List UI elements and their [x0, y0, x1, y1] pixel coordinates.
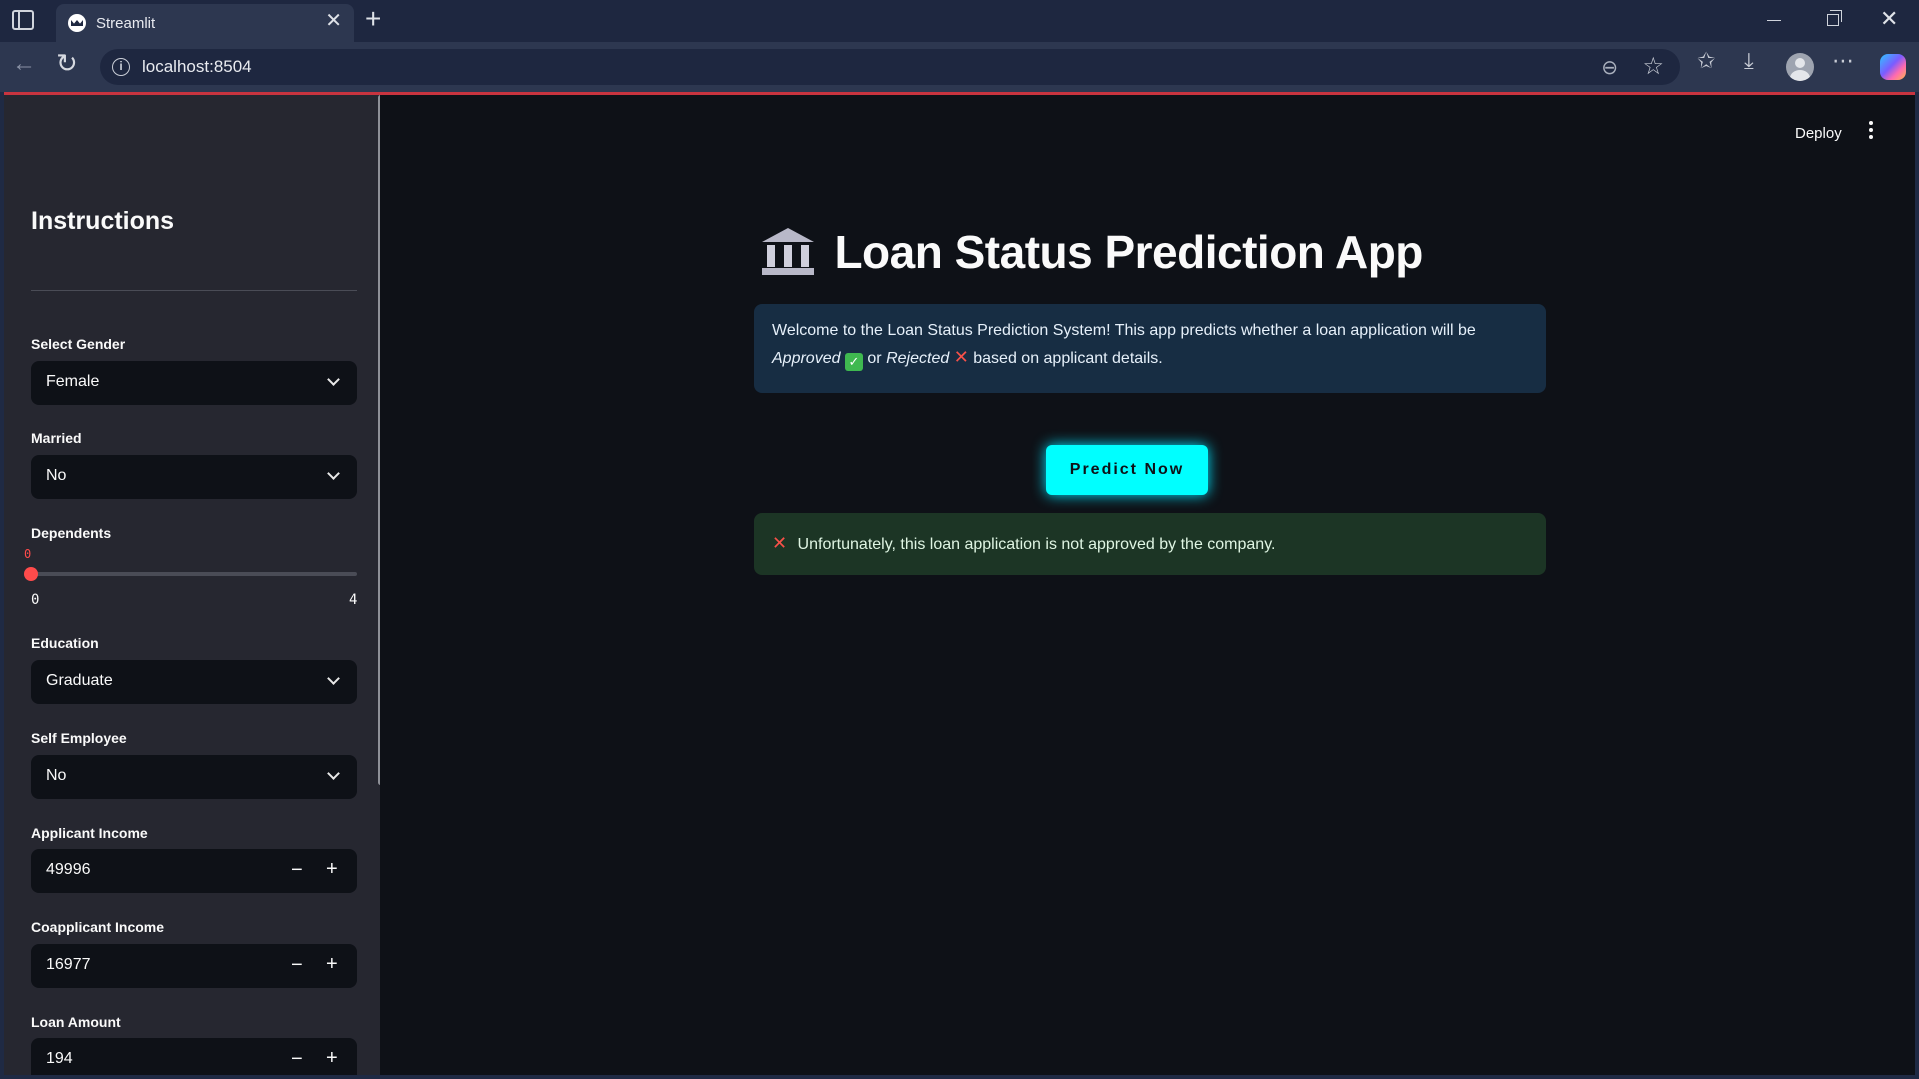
- page-viewport: Instructions Select Gender Female Marrie…: [4, 92, 1915, 1075]
- download-icon[interactable]: ⤓: [1744, 48, 1754, 74]
- site-info-icon[interactable]: i: [112, 58, 130, 76]
- restore-icon[interactable]: [1827, 10, 1842, 26]
- tab-title: Streamlit: [96, 15, 156, 32]
- married-select[interactable]: No: [31, 455, 357, 499]
- increment-button[interactable]: +: [326, 952, 338, 976]
- gender-value: Female: [46, 373, 100, 390]
- dependents-min-value: 0: [31, 592, 40, 608]
- info-text-part1: Welcome to the Loan Status Prediction Sy…: [772, 322, 1476, 339]
- chevron-down-icon: [327, 373, 340, 386]
- sidebar: Instructions Select Gender Female Marrie…: [4, 95, 380, 1075]
- cross-mark-icon: ✕: [953, 347, 969, 367]
- approved-text: Approved: [772, 350, 841, 367]
- coapplicant-income-value[interactable]: 16977: [46, 956, 91, 974]
- bank-icon: [762, 228, 814, 276]
- back-arrow-icon[interactable]: ←: [12, 50, 36, 78]
- main-menu-icon[interactable]: [1869, 121, 1873, 139]
- check-mark-icon: ✓: [844, 353, 863, 371]
- result-message: ✕ Unfortunately, this loan application i…: [754, 513, 1546, 575]
- applicant-income-input[interactable]: 49996 − +: [31, 849, 357, 893]
- result-text: Unfortunately, this loan application is …: [797, 536, 1276, 553]
- deploy-button[interactable]: Deploy: [1795, 125, 1842, 142]
- page-title: Loan Status Prediction App: [762, 225, 1423, 285]
- gender-select[interactable]: Female: [31, 361, 357, 405]
- info-message: Welcome to the Loan Status Prediction Sy…: [754, 304, 1546, 393]
- chevron-down-icon: [327, 672, 340, 685]
- url-text[interactable]: localhost:8504: [142, 57, 252, 77]
- dependents-max-value: 4: [349, 592, 358, 608]
- education-label: Education: [31, 635, 99, 651]
- decrement-button[interactable]: −: [291, 953, 303, 977]
- married-value: No: [46, 467, 67, 484]
- education-select[interactable]: Graduate: [31, 660, 357, 704]
- browser-tab[interactable]: Streamlit ✕: [56, 4, 354, 42]
- coapplicant-income-label: Coapplicant Income: [31, 919, 165, 935]
- education-value: Graduate: [46, 672, 113, 689]
- sidebar-divider: [31, 290, 357, 291]
- browser-window: Streamlit ✕ + ✕ ← ↻ i localhost:8504 ⊖ ☆…: [0, 0, 1919, 1079]
- favorites-icon[interactable]: ✩: [1697, 48, 1715, 74]
- app-title: Loan Status Prediction App: [834, 226, 1423, 278]
- streamlit-favicon-icon: [68, 14, 86, 32]
- copilot-icon[interactable]: [1880, 54, 1906, 80]
- applicant-income-value[interactable]: 49996: [46, 861, 91, 879]
- browser-toolbar: ← ↻ i localhost:8504 ⊖ ☆ ✩ ⤓ ⋯: [0, 42, 1919, 92]
- window-close-icon[interactable]: ✕: [1880, 6, 1898, 32]
- more-options-icon[interactable]: ⋯: [1832, 48, 1854, 74]
- self-employed-value: No: [46, 767, 67, 784]
- loan-amount-input[interactable]: 194 − +: [31, 1038, 357, 1075]
- zoom-icon[interactable]: ⊖: [1601, 55, 1618, 80]
- address-bar[interactable]: i localhost:8504 ⊖ ☆: [100, 49, 1680, 85]
- or-text: or: [867, 350, 882, 367]
- minimize-icon[interactable]: [1767, 20, 1781, 21]
- dependents-label: Dependents: [31, 525, 112, 541]
- sidebar-scrollbar[interactable]: [378, 95, 380, 785]
- married-label: Married: [31, 430, 82, 446]
- tab-strip: Streamlit ✕ + ✕: [0, 0, 1919, 42]
- loan-amount-label: Loan Amount: [31, 1014, 121, 1030]
- chevron-down-icon: [327, 767, 340, 780]
- dependents-slider-track[interactable]: [31, 572, 357, 576]
- predict-now-button[interactable]: Predict Now: [1046, 445, 1208, 495]
- increment-button[interactable]: +: [326, 857, 338, 881]
- decrement-button[interactable]: −: [291, 1047, 303, 1071]
- decrement-button[interactable]: −: [291, 858, 303, 882]
- loan-amount-value[interactable]: 194: [46, 1050, 73, 1068]
- rejected-text: Rejected: [886, 350, 950, 367]
- tab-close-icon[interactable]: ✕: [325, 11, 342, 31]
- info-text-part2: based on applicant details.: [973, 350, 1163, 367]
- self-employed-select[interactable]: No: [31, 755, 357, 799]
- chevron-down-icon: [327, 467, 340, 480]
- increment-button[interactable]: +: [326, 1046, 338, 1070]
- favorite-star-icon[interactable]: ☆: [1642, 52, 1664, 81]
- applicant-income-label: Applicant Income: [31, 825, 148, 841]
- profile-avatar-icon[interactable]: [1786, 53, 1814, 81]
- reload-icon[interactable]: ↻: [56, 48, 78, 79]
- self-employed-label: Self Employee: [31, 730, 127, 746]
- sidebar-title: Instructions: [31, 207, 175, 235]
- cross-mark-icon: ✕: [772, 533, 788, 553]
- dependents-current-value: 0: [24, 547, 32, 561]
- gender-label: Select Gender: [31, 336, 126, 352]
- new-tab-icon[interactable]: +: [365, 4, 381, 34]
- coapplicant-income-input[interactable]: 16977 − +: [31, 944, 357, 988]
- sidebar-toggle-icon[interactable]: [12, 10, 34, 30]
- dependents-slider-thumb[interactable]: [24, 567, 38, 581]
